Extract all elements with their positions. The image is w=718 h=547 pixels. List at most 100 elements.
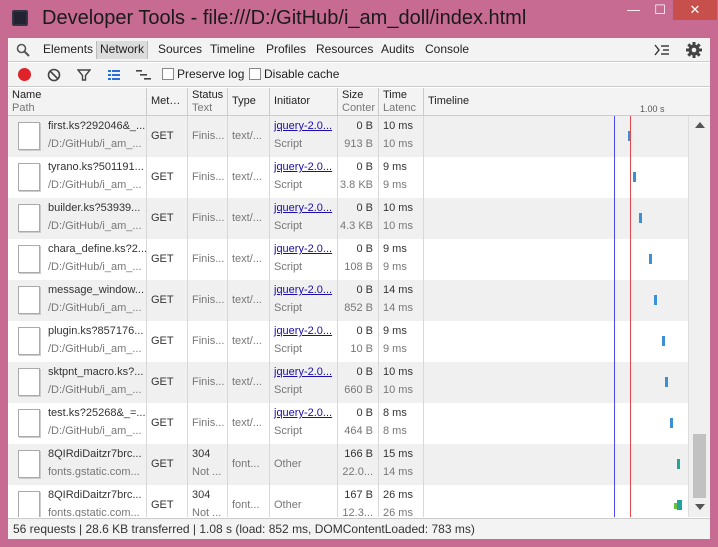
cell-initiator: Other — [270, 444, 338, 485]
filter-icon[interactable] — [77, 68, 91, 82]
initiator-link[interactable]: jquery-2.0... — [274, 243, 332, 255]
cell-status: Finis... — [188, 403, 228, 444]
maximize-button[interactable]: ☐ — [647, 0, 673, 20]
cell-time: 26 ms 26 ms — [379, 485, 424, 517]
request-path: /D:/GitHub/i_am_... — [48, 343, 142, 355]
table-row[interactable]: builder.ks?53939... /D:/GitHub/i_am_... GE… — [8, 198, 688, 239]
column-method[interactable]: Met… — [147, 88, 188, 116]
preserve-log-checkbox[interactable] — [162, 68, 174, 80]
table-row[interactable]: 8QIRdiDaitzr7brc... fonts.gstatic.com... G… — [8, 485, 688, 517]
scrollbar-thumb[interactable] — [693, 434, 706, 498]
title-bar: Developer Tools - file:///D:/GitHub/i_am… — [0, 0, 718, 38]
column-name[interactable]: Name Path — [8, 88, 147, 116]
cell-method: GET — [147, 403, 188, 444]
request-name: sktpnt_macro.ks?... — [48, 366, 144, 378]
tab-elements[interactable]: Elements — [43, 42, 93, 56]
table-row[interactable]: plugin.ks?857176... /D:/GitHub/i_am_... GE… — [8, 321, 688, 362]
table-row[interactable]: 8QIRdiDaitzr7brc... fonts.gstatic.com... G… — [8, 444, 688, 485]
overview-icon[interactable] — [136, 68, 152, 82]
file-icon — [18, 368, 40, 396]
dom-content-loaded-line — [614, 116, 615, 517]
cell-type: text/... — [228, 403, 270, 444]
initiator-link[interactable]: jquery-2.0... — [274, 284, 332, 296]
inspect-element-icon[interactable] — [16, 43, 30, 57]
column-size[interactable]: Size Conter — [338, 88, 379, 116]
column-time[interactable]: Time Latenc — [379, 88, 424, 116]
drawer-toggle-icon[interactable] — [654, 43, 670, 57]
tab-profiles[interactable]: Profiles — [266, 42, 306, 56]
request-name: tyrano.ks?501191... — [48, 161, 144, 173]
cell-method: GET — [147, 198, 188, 239]
request-path: fonts.gstatic.com... — [48, 466, 140, 478]
tab-sources[interactable]: Sources — [158, 42, 202, 56]
request-name: 8QIRdiDaitzr7brc... — [48, 448, 142, 460]
request-name: 8QIRdiDaitzr7brc... — [48, 489, 142, 501]
vertical-scrollbar[interactable] — [688, 116, 710, 517]
network-table-header: Name Path Met… Status Text Type Initiato… — [8, 88, 710, 116]
cell-type: text/... — [228, 157, 270, 198]
request-name: plugin.ks?857176... — [48, 325, 144, 337]
table-row[interactable]: message_window... /D:/GitHub/i_am_... GET F… — [8, 280, 688, 321]
disable-cache-checkbox[interactable] — [249, 68, 261, 80]
request-path: /D:/GitHub/i_am_... — [48, 220, 142, 232]
cell-type: text/... — [228, 280, 270, 321]
cell-initiator: jquery-2.0... Script — [270, 362, 338, 403]
initiator-link[interactable]: jquery-2.0... — [274, 161, 332, 173]
request-name: test.ks?25268&_=... — [48, 407, 146, 419]
request-path: /D:/GitHub/i_am_... — [48, 138, 142, 150]
preserve-log-label: Preserve log — [177, 67, 245, 81]
minimize-button[interactable]: — — [620, 0, 647, 20]
settings-gear-icon[interactable] — [685, 41, 703, 59]
table-row[interactable]: sktpnt_macro.ks?... /D:/GitHub/i_am_... GE… — [8, 362, 688, 403]
request-name: message_window... — [48, 284, 144, 296]
column-initiator[interactable]: Initiator — [270, 88, 338, 116]
initiator-link[interactable]: jquery-2.0... — [274, 202, 332, 214]
request-name: builder.ks?53939... — [48, 202, 141, 214]
scroll-down-arrow-icon[interactable] — [695, 504, 705, 510]
cell-type: text/... — [228, 239, 270, 280]
cell-method: GET — [147, 362, 188, 403]
record-icon[interactable] — [18, 68, 31, 81]
file-icon — [18, 245, 40, 273]
cell-size: 0 B 4.3 KB — [338, 198, 379, 239]
table-row[interactable]: tyrano.ks?501191... /D:/GitHub/i_am_... GE… — [8, 157, 688, 198]
timeline-bar — [639, 213, 642, 223]
tab-timeline[interactable]: Timeline — [210, 42, 255, 56]
list-view-icon[interactable] — [107, 68, 121, 82]
table-row[interactable]: chara_define.ks?2... /D:/GitHub/i_am_... G… — [8, 239, 688, 280]
cell-status: Finis... — [188, 198, 228, 239]
tab-resources[interactable]: Resources — [316, 42, 373, 56]
cell-time: 10 ms 10 ms — [379, 198, 424, 239]
cell-status: Finis... — [188, 157, 228, 198]
tab-console[interactable]: Console — [425, 42, 469, 56]
request-name: chara_define.ks?2... — [48, 243, 147, 255]
table-row[interactable]: test.ks?25268&_=... /D:/GitHub/i_am_... GE… — [8, 403, 688, 444]
cell-status: Finis... — [188, 280, 228, 321]
initiator-link[interactable]: jquery-2.0... — [274, 325, 332, 337]
devtools-app-icon — [12, 10, 28, 26]
cell-status: Finis... — [188, 321, 228, 362]
cell-time: 9 ms 9 ms — [379, 239, 424, 280]
close-button[interactable]: ✕ — [673, 0, 717, 20]
tab-network[interactable]: Network — [96, 41, 149, 59]
cell-time: 10 ms 10 ms — [379, 116, 424, 157]
initiator-link[interactable]: jquery-2.0... — [274, 120, 332, 132]
cell-type: text/... — [228, 198, 270, 239]
column-type[interactable]: Type — [228, 88, 270, 116]
cell-name: 8QIRdiDaitzr7brc... fonts.gstatic.com... — [8, 485, 147, 517]
cell-initiator: jquery-2.0... Script — [270, 403, 338, 444]
column-timeline[interactable]: Timeline 1.00 s — [424, 88, 710, 116]
scroll-up-arrow-icon[interactable] — [695, 122, 705, 128]
file-icon — [18, 163, 40, 191]
cell-status: Finis... — [188, 362, 228, 403]
cell-method: GET — [147, 280, 188, 321]
initiator-link[interactable]: jquery-2.0... — [274, 366, 332, 378]
table-row[interactable]: first.ks?292046&_... /D:/GitHub/i_am_... G… — [8, 116, 688, 157]
column-status[interactable]: Status Text — [188, 88, 228, 116]
panel-tab-bar: Elements Network Sources Timeline Profil… — [8, 38, 710, 62]
cell-time: 14 ms 14 ms — [379, 280, 424, 321]
cell-size: 167 B 12.3... — [338, 485, 379, 517]
initiator-link[interactable]: jquery-2.0... — [274, 407, 332, 419]
tab-audits[interactable]: Audits — [381, 42, 414, 56]
clear-icon[interactable] — [47, 68, 61, 82]
